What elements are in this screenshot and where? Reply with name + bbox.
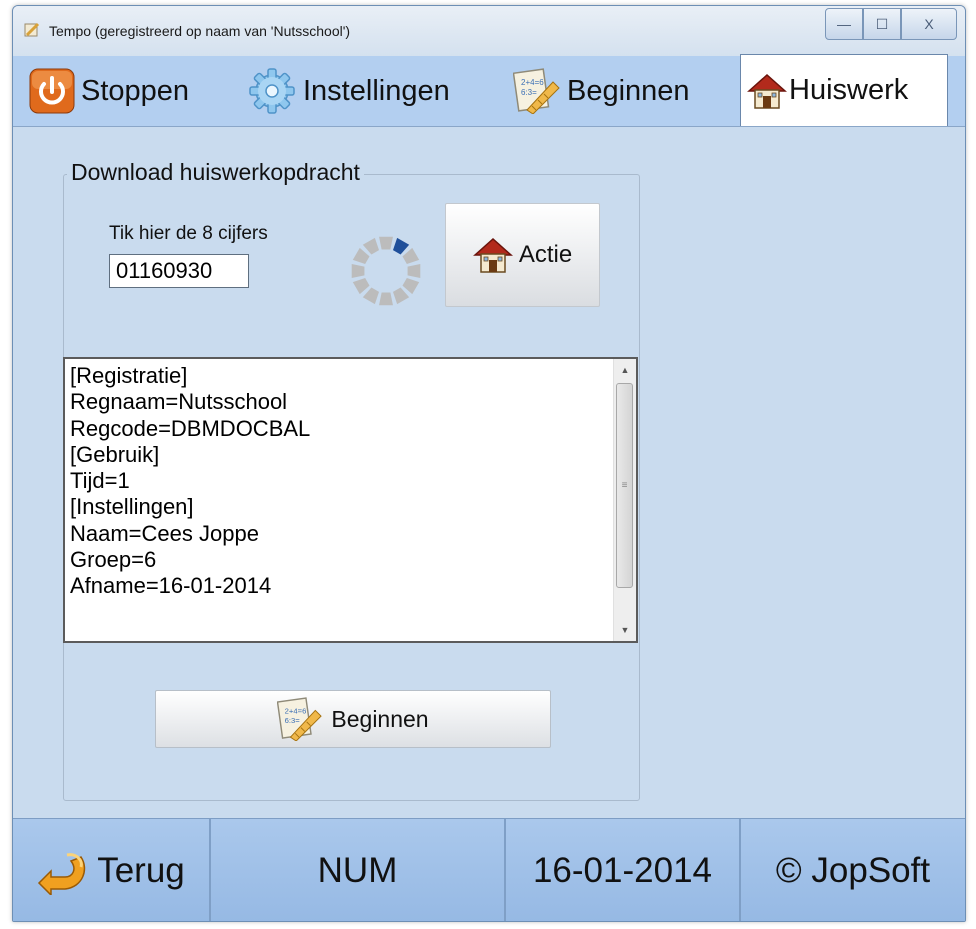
app-pencil-icon [24,22,40,37]
spinner-segment [407,264,421,278]
scroll-up-icon[interactable]: ▲ [614,359,636,381]
vertical-scrollbar[interactable]: ▲ ≡ ▼ [613,359,636,641]
spinner-segment [352,247,370,265]
output-line: Tijd=1 [70,468,130,494]
loading-spinner-icon [351,236,421,306]
output-textarea[interactable]: [Registratie] Regnaam=Nutsschool Regcode… [63,357,638,643]
spinner-segment [379,292,393,306]
output-line: Afname=16-01-2014 [70,573,272,599]
worksheet-pencil-icon: 2+4=6 6:3= [513,68,560,114]
svg-text:2+4=6: 2+4=6 [285,706,307,715]
terug-label: Terug [97,850,185,890]
output-line: Regcode=DBMDOCBAL [70,415,311,441]
output-line: [Registratie] [70,363,188,388]
huiswerk-panel: Download huiswerkopdracht Tik hier de 8 … [13,126,965,819]
spinner-segment [402,247,420,265]
power-icon [29,68,75,114]
spinner-segment [379,236,393,250]
svg-text:6:3=: 6:3= [521,88,537,97]
svg-text:6:3=: 6:3= [285,716,301,725]
output-text: [Registratie] Regnaam=Nutsschool Regcode… [70,363,310,600]
tab-huiswerk-label: Huiswerk [789,74,909,106]
tab-instellingen-label: Instellingen [303,74,450,107]
tab-beginnen[interactable]: 2+4=6 6:3= Beginnen [513,56,690,126]
tab-beginnen-label: Beginnen [567,74,690,107]
spinner-segment [392,237,410,255]
output-line: Groep=6 [70,547,157,573]
tab-huiswerk[interactable]: Huiswerk [740,54,948,126]
window-title: Tempo (geregistreerd op naam van 'Nutssc… [49,23,351,39]
spinner-segment [362,237,380,255]
house-icon [747,73,787,109]
spinner-segment [351,264,365,278]
title-bar: Tempo (geregistreerd op naam van 'Nutssc… [13,6,965,56]
scroll-thumb[interactable]: ≡ [616,383,633,588]
date-indicator: 16-01-2014 [506,819,741,921]
minimize-button[interactable]: — [825,8,863,40]
date-label: 16-01-2014 [532,850,713,890]
terug-button[interactable]: Terug [13,819,211,921]
close-icon: X [924,16,934,32]
copyright-indicator: © JopSoft [741,819,965,921]
house-icon [472,237,513,273]
back-arrow-icon [38,852,86,895]
spinner-segment [402,277,420,295]
output-line: [Instellingen] [70,494,194,520]
beginnen-button[interactable]: 2+4=6 6:3= Beginnen [155,690,551,748]
tab-stoppen-label: Stoppen [81,74,190,107]
app-window: Tempo (geregistreerd op naam van 'Nutssc… [12,5,966,922]
output-line: Regnaam=Nutsschool [70,389,288,415]
close-button[interactable]: X [901,8,957,40]
download-legend: Download huiswerkopdracht [67,159,364,186]
spinner-segment [362,287,380,305]
output-line: Naam=Cees Joppe [70,520,259,546]
gear-icon [249,68,295,114]
spinner-segment [352,277,370,295]
scroll-down-icon[interactable]: ▼ [614,619,636,641]
code-label: Tik hier de 8 cijfers [109,223,268,244]
copyright-label: © JopSoft [775,850,931,890]
actie-button-label: Actie [518,241,573,268]
beginnen-button-label: Beginnen [331,705,429,732]
spinner-segment [392,287,410,305]
code-input[interactable] [109,254,249,288]
minimize-icon: — [837,16,851,32]
tab-stoppen[interactable]: Stoppen [29,56,189,126]
maximize-button[interactable]: ☐ [863,8,901,40]
tab-bar: Stoppen Instellingen 2+4=6 6:3= Beginnen… [13,54,965,126]
actie-button[interactable]: Actie [445,203,600,307]
status-bar: Terug NUM 16-01-2014 © JopSoft [13,818,965,921]
worksheet-pencil-icon: 2+4=6 6:3= [277,697,323,741]
output-line: [Gebruik] [70,441,160,467]
tab-instellingen[interactable]: Instellingen [247,56,450,126]
num-lock-indicator: NUM [211,819,506,921]
svg-text:2+4=6: 2+4=6 [521,78,544,87]
maximize-icon: ☐ [875,15,889,32]
window-controls: — ☐ X [825,8,957,40]
num-label: NUM [317,850,398,890]
